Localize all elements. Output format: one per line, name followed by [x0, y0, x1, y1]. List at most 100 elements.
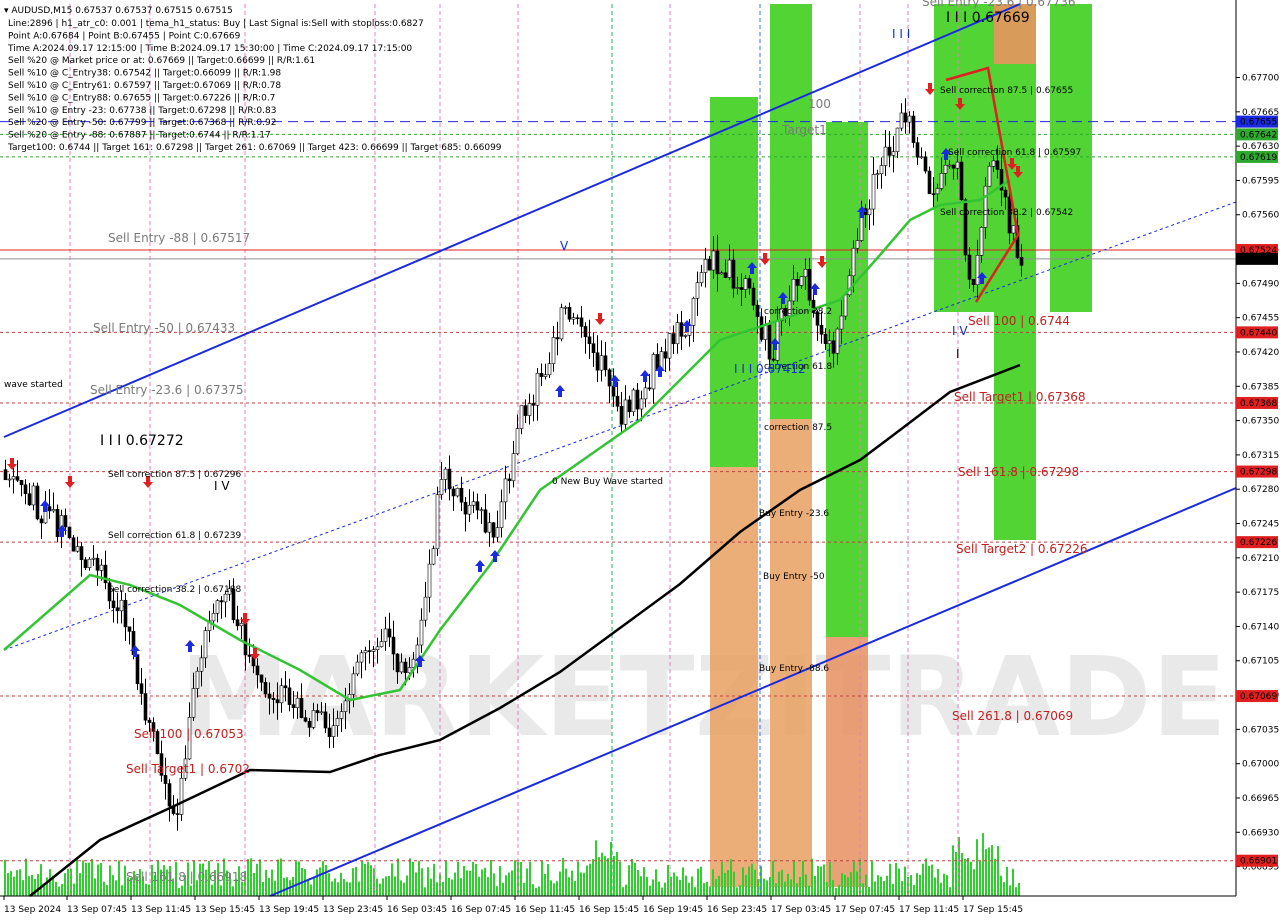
volume-bar — [247, 859, 249, 896]
volume-bar — [943, 873, 945, 896]
candle-body — [267, 693, 272, 699]
candle-body — [691, 298, 696, 326]
volume-bar — [880, 876, 882, 896]
volume-bar — [118, 860, 120, 896]
volume-bar — [586, 865, 588, 896]
candle-body — [995, 160, 1000, 170]
candle-body — [875, 173, 880, 175]
volume-bar — [793, 860, 795, 896]
candle-body — [743, 278, 748, 290]
candle-body — [507, 478, 512, 482]
volume-bar — [868, 886, 870, 896]
level-annotation: 0 New Buy Wave started — [552, 477, 663, 487]
volume-bar — [604, 856, 606, 896]
volume-bar — [394, 876, 396, 896]
volume-bar — [574, 880, 576, 896]
candle-body — [823, 334, 828, 344]
candle-body — [539, 372, 544, 377]
volume-bar — [85, 862, 87, 896]
candle-body — [343, 700, 348, 712]
volume-bar — [556, 881, 558, 896]
volume-bar — [463, 865, 465, 896]
volume-bar — [931, 864, 933, 896]
candle-body — [991, 160, 996, 167]
volume-bar — [385, 876, 387, 896]
price-tick-label: 0.66930 — [1242, 828, 1279, 838]
volume-bar — [97, 864, 99, 896]
candle-body — [195, 670, 200, 689]
volume-bar — [751, 863, 753, 896]
info-line: Sell %10 @ C_Entry38: 0.67542 || Target:… — [8, 69, 281, 79]
candle-body — [307, 720, 312, 728]
volume-bar — [355, 866, 357, 896]
volume-bar — [262, 881, 264, 896]
candle-body — [363, 650, 368, 654]
volume-bar — [928, 865, 930, 896]
volume-bar — [406, 875, 408, 896]
volume-bar — [457, 861, 459, 896]
candle-body — [351, 673, 356, 695]
price-tag-label: 0.67655 — [1240, 118, 1277, 128]
volume-bar — [484, 867, 486, 896]
candle-body — [367, 650, 372, 652]
info-line: Line:2896 | h1_atr_c0: 0.001 | tema_h1_s… — [8, 19, 424, 29]
volume-bar — [439, 873, 441, 896]
volume-bar — [349, 882, 351, 896]
volume-bar — [796, 883, 798, 896]
candle-body — [619, 406, 624, 425]
time-tick-label: 16 Sep 03:45 — [387, 905, 447, 915]
candle-body — [263, 681, 268, 695]
time-tick-label: 13 Sep 23:45 — [323, 905, 383, 915]
volume-bar — [49, 869, 51, 896]
volume-bar — [757, 879, 759, 896]
volume-bar — [721, 861, 723, 896]
volume-bar — [1006, 866, 1008, 896]
time-tick-label: 13 Sep 19:45 — [259, 905, 319, 915]
candle-body — [123, 599, 128, 628]
price-tick-label: 0.67140 — [1242, 622, 1279, 632]
candle-body — [51, 509, 56, 512]
price-tick-label: 0.67035 — [1242, 725, 1279, 735]
volume-bar — [832, 880, 834, 896]
volume-bar — [268, 878, 270, 896]
candle-body — [671, 333, 676, 345]
volume-bar — [919, 874, 921, 896]
candle-body — [495, 527, 500, 538]
level-annotation: Buy Entry -88.6 — [759, 664, 829, 674]
volume-bar — [655, 869, 657, 896]
volume-bar — [331, 881, 333, 896]
volume-bar — [379, 883, 381, 896]
candle-body — [947, 164, 952, 167]
price-chart[interactable]: MARKETZITRADE Sell Entry -88 | 0.67517 Se… — [0, 0, 1280, 920]
time-tick-label: 17 Sep 11:45 — [899, 905, 959, 915]
candle-body — [427, 563, 432, 598]
volume-bar — [916, 873, 918, 896]
watermark-text: MARKETZITRADE — [180, 633, 1227, 761]
volume-bar — [361, 860, 363, 896]
volume-bar — [865, 874, 867, 896]
level-annotation: Sell Target1 | 0.67368 — [954, 390, 1086, 404]
candle-body — [431, 548, 436, 565]
symbol-header: ▾ AUDUSD,M15 0.67537 0.67537 0.67515 0.6… — [4, 6, 233, 16]
volume-bar — [991, 845, 993, 896]
volume-bar — [442, 881, 444, 896]
volume-bar — [112, 875, 114, 896]
candle-body — [443, 468, 448, 480]
volume-bar — [466, 870, 468, 896]
candle-body — [959, 161, 964, 201]
candle-body — [899, 112, 904, 129]
candle-body — [851, 247, 856, 277]
volume-bar — [985, 849, 987, 896]
volume-bar — [58, 886, 60, 896]
volume-bar — [895, 863, 897, 896]
candle-body — [931, 193, 936, 195]
candle-body — [451, 488, 456, 497]
volume-bar — [925, 858, 927, 896]
candle-body — [283, 685, 288, 689]
candle-body — [611, 385, 616, 397]
volume-bar — [790, 879, 792, 896]
volume-bar — [94, 878, 96, 896]
level-annotation: I I I 0.67412 — [734, 362, 806, 376]
time-tick-label: 16 Sep 15:45 — [579, 905, 639, 915]
volume-bar — [577, 861, 579, 896]
